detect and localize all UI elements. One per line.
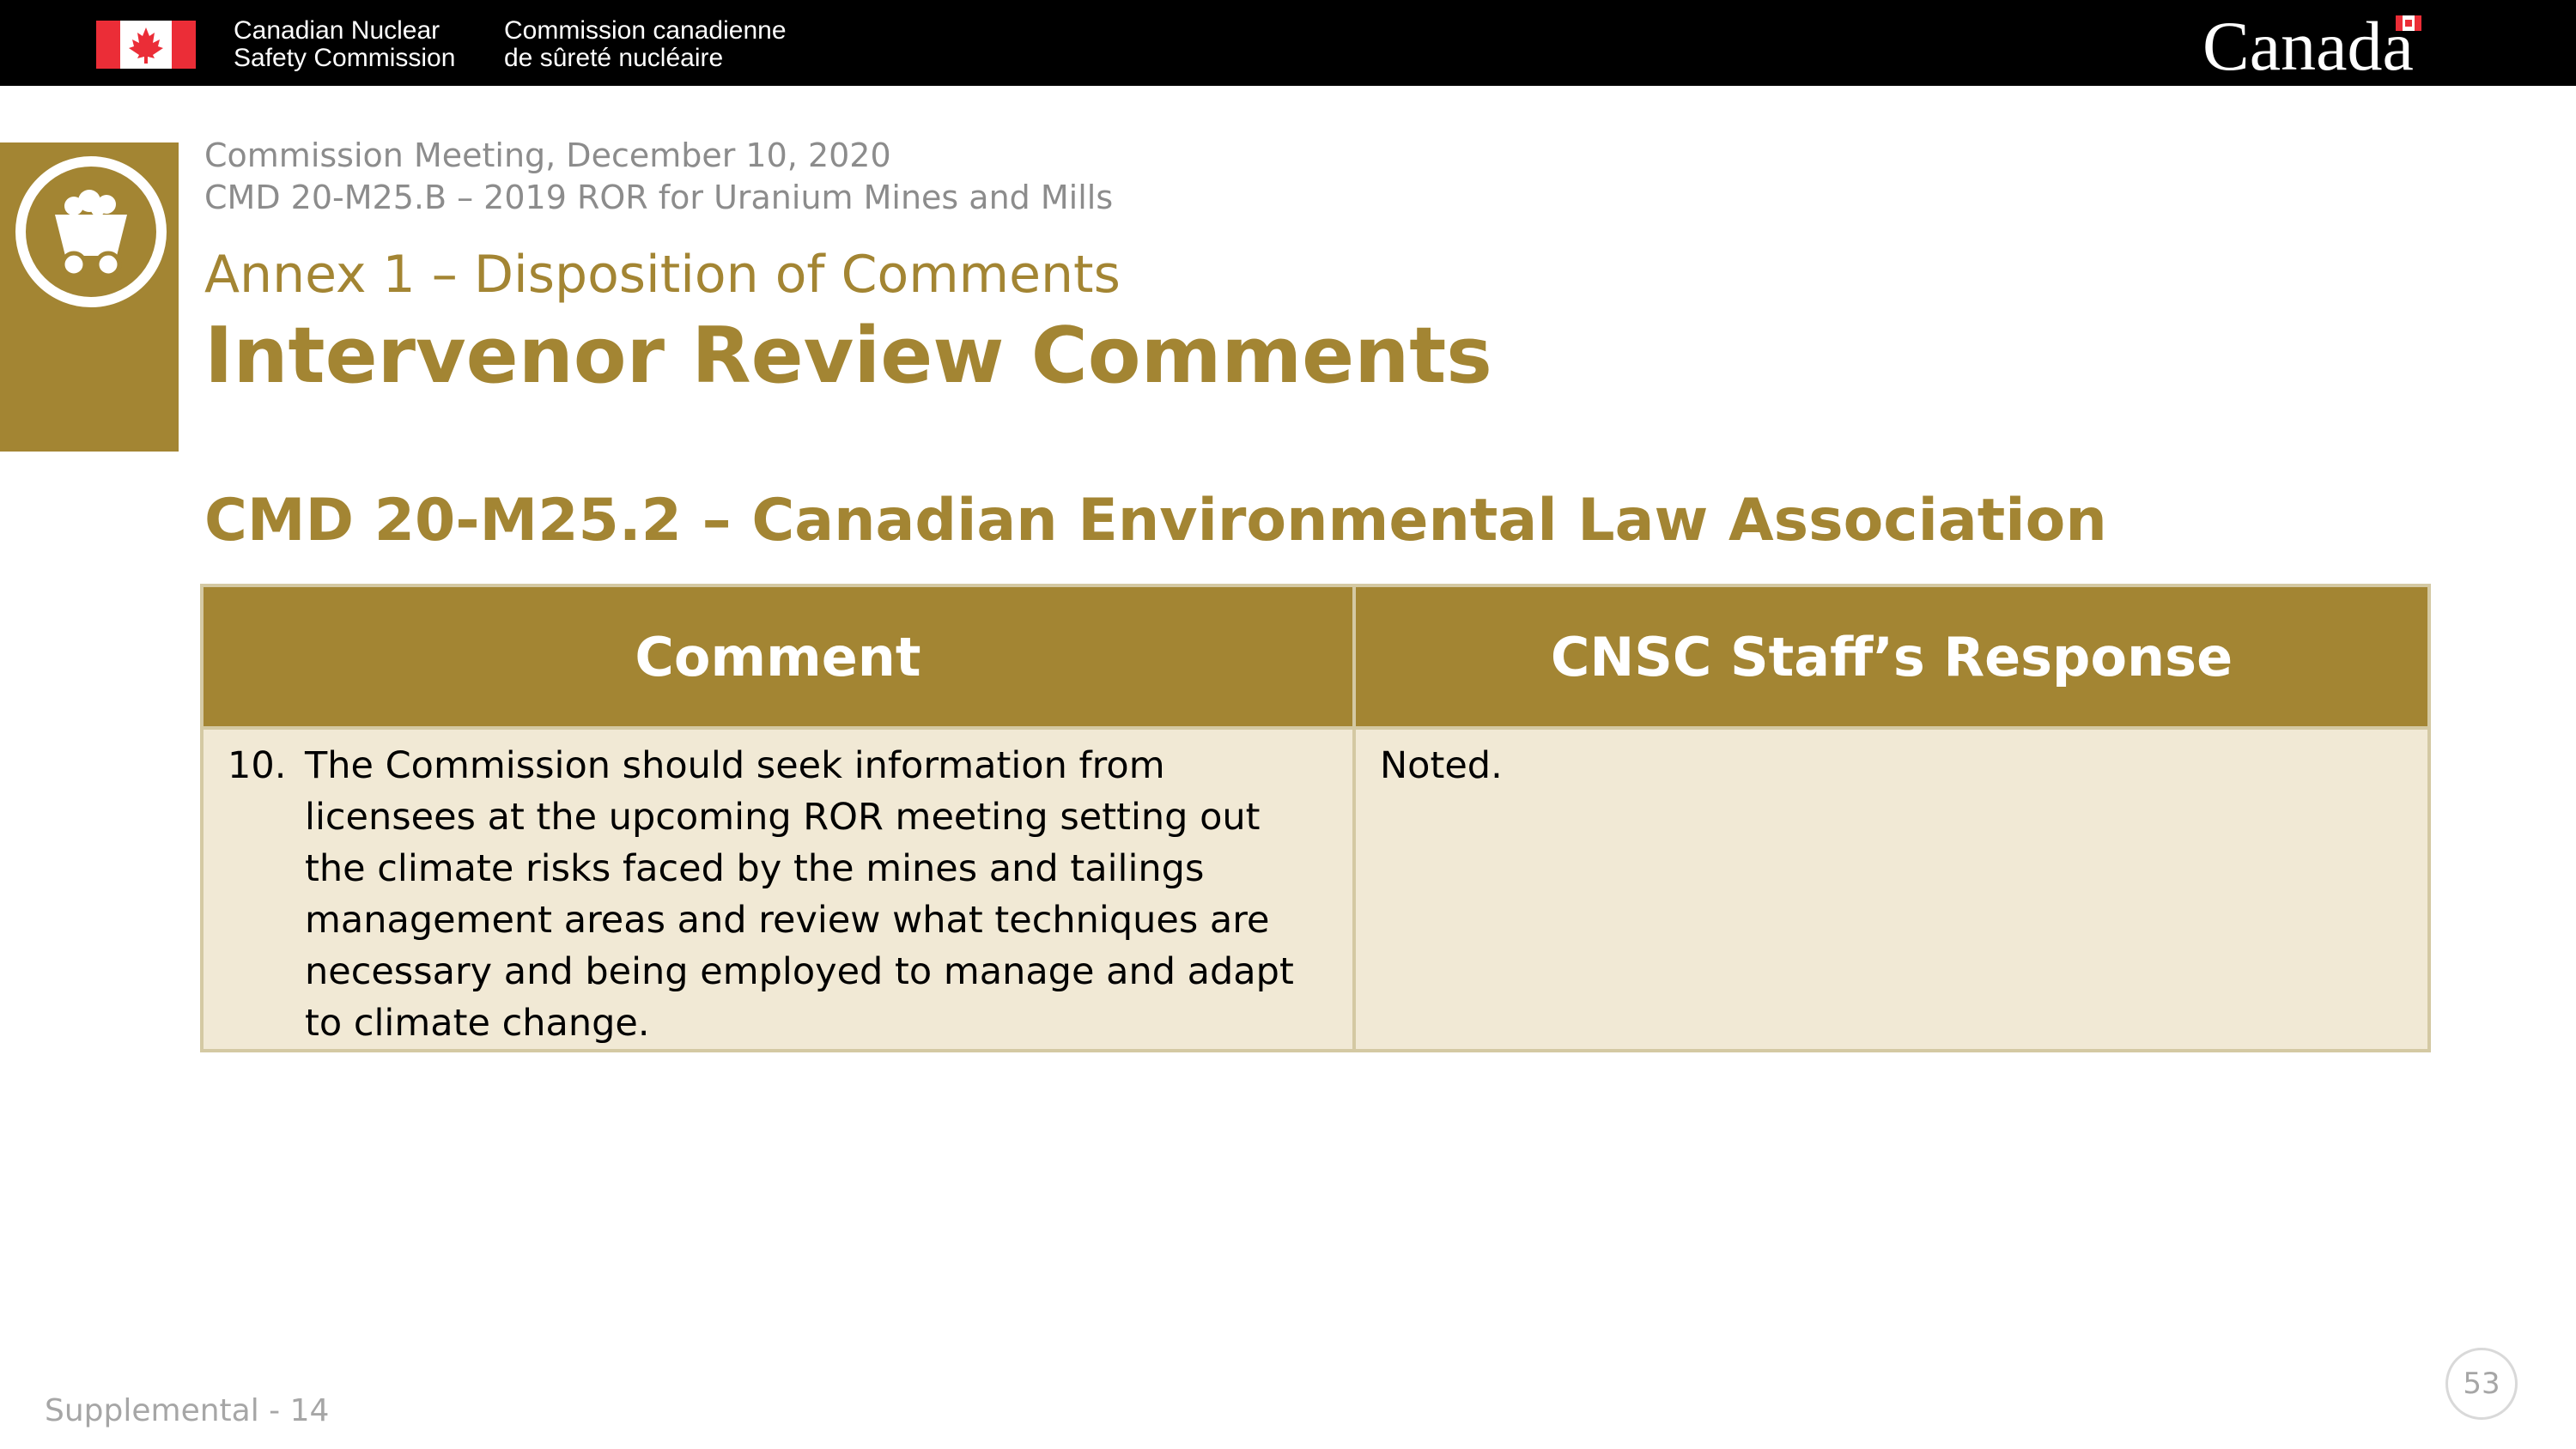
section-subtitle: CMD 20-M25.2 – Canadian Environmental La… <box>204 487 2107 555</box>
canada-wordmark: Canada <box>2202 7 2414 85</box>
org-name-french-line1: Commission canadienne <box>504 16 787 45</box>
document-reference: CMD 20-M25.B – 2019 ROR for Uranium Mine… <box>204 179 1114 216</box>
mine-cart-icon <box>14 155 168 313</box>
page-title: Intervenor Review Comments <box>204 311 1492 401</box>
table-row: 10. The Commission should seek informati… <box>200 726 2431 1052</box>
org-name-french-line2: de sûreté nucléaire <box>504 44 724 72</box>
comments-table: Comment CNSC Staff’s Response 10. The Co… <box>200 584 2431 1052</box>
supplemental-label: Supplemental - 14 <box>45 1393 330 1428</box>
comment-cell: 10. The Commission should seek informati… <box>200 726 1356 1052</box>
response-text: Noted. <box>1380 744 1503 787</box>
annex-heading: Annex 1 – Disposition of Comments <box>204 245 1121 305</box>
org-name-english-line2: Safety Commission <box>234 44 456 72</box>
comment-text: The Commission should seek information f… <box>305 744 1294 1045</box>
canada-flag-icon <box>96 21 196 69</box>
wordmark-flag-icon <box>2396 15 2421 31</box>
response-cell: Noted. <box>1352 726 2431 1052</box>
page-number: 53 <box>2445 1348 2518 1420</box>
org-name-english-line1: Canadian Nuclear <box>234 16 440 45</box>
table-header-row: Comment CNSC Staff’s Response <box>200 584 2431 730</box>
government-header-bar: Canadian Nuclear Safety Commission Commi… <box>0 0 2576 86</box>
column-header-comment: Comment <box>200 584 1356 730</box>
column-header-response: CNSC Staff’s Response <box>1352 584 2431 730</box>
comment-number: 10. <box>228 744 287 787</box>
org-name-english: Canadian Nuclear Safety Commission <box>234 17 455 72</box>
org-name-french: Commission canadienne de sûreté nucléair… <box>504 17 787 72</box>
meeting-date: Commission Meeting, December 10, 2020 <box>204 136 891 174</box>
